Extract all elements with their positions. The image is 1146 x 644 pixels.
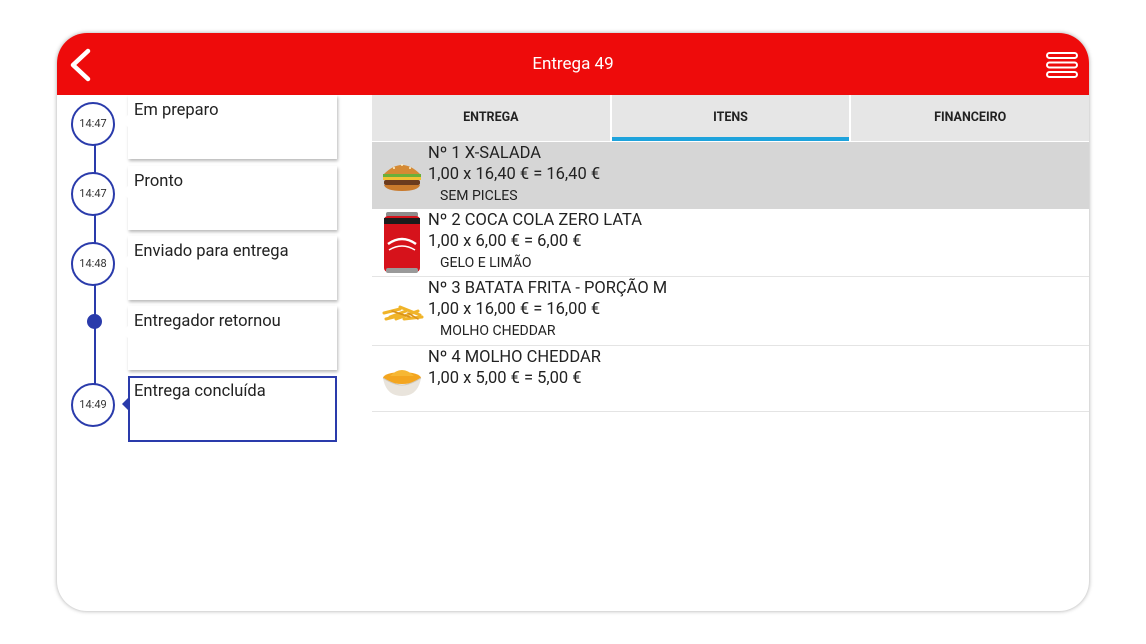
timeline-dot [87, 314, 102, 329]
list-item[interactable]: Nº 2 COCA COLA ZERO LATA 1,00 x 6,00 € =… [372, 209, 1089, 277]
timeline-time-node: 14:47 [71, 172, 115, 216]
item-name: Nº 3 BATATA FRITA - PORÇÃO M [428, 279, 668, 298]
item-name: Nº 2 COCA COLA ZERO LATA [428, 211, 643, 230]
app-header: Entrega 49 [57, 33, 1089, 95]
timeline-time-node: 14:49 [71, 383, 115, 427]
fries-icon [382, 305, 424, 321]
timeline-time-node: 14:48 [71, 242, 115, 286]
item-note: MOLHO CHEDDAR [440, 323, 556, 339]
item-name: Nº 1 X-SALADA [428, 144, 542, 163]
sauce-bowl-icon [382, 370, 422, 396]
list-item[interactable]: Nº 3 BATATA FRITA - PORÇÃO M 1,00 x 16,0… [372, 277, 1089, 346]
timeline-card-enviado: Enviado para entrega [122, 236, 337, 300]
timeline-card-label: Enviado para entrega [134, 242, 289, 261]
burger-icon [383, 164, 421, 191]
item-name: Nº 4 MOLHO CHEDDAR [428, 348, 601, 367]
item-quantity-price: 1,00 x 16,00 € = 16,00 € [428, 300, 601, 319]
timeline-card-em-preparo: Em preparo [122, 95, 337, 159]
tab-itens[interactable]: ITENS [609, 95, 850, 141]
timeline-card-label: Entrega concluída [134, 382, 266, 401]
timeline-card-concluida: Entrega concluída [122, 376, 337, 442]
item-quantity-price: 1,00 x 5,00 € = 5,00 € [428, 369, 582, 388]
timeline-card-label: Em preparo [134, 101, 219, 120]
timeline-card-pronto: Pronto [122, 166, 337, 230]
tab-bar: ENTREGA ITENS FINANCEIRO [372, 95, 1089, 141]
tab-entrega[interactable]: ENTREGA [372, 95, 610, 141]
item-quantity-price: 1,00 x 6,00 € = 6,00 € [428, 232, 582, 251]
item-note: SEM PICLES [440, 188, 518, 204]
app-window: Entrega 49 14:47 Em preparo 14:47 Pronto… [57, 33, 1089, 611]
list-item[interactable]: Nº 4 MOLHO CHEDDAR 1,00 x 5,00 € = 5,00 … [372, 346, 1089, 412]
item-note: GELO E LIMÃO [440, 255, 532, 271]
status-timeline: 14:47 Em preparo 14:47 Pronto 14:48 Envi… [57, 95, 357, 611]
items-list: Nº 1 X-SALADA 1,00 x 16,40 € = 16,40 € S… [372, 142, 1089, 412]
timeline-time-node: 14:47 [71, 102, 115, 146]
timeline-card-retornou: Entregador retornou [122, 306, 337, 370]
soda-can-icon [384, 212, 420, 273]
page-title: Entrega 49 [532, 54, 614, 74]
timeline-card-label: Entregador retornou [134, 312, 281, 331]
timeline-card-label: Pronto [134, 172, 184, 191]
hamburger-menu-icon[interactable] [1046, 52, 1078, 78]
item-quantity-price: 1,00 x 16,40 € = 16,40 € [428, 165, 601, 184]
tab-financeiro[interactable]: FINANCEIRO [849, 95, 1089, 141]
list-item[interactable]: Nº 1 X-SALADA 1,00 x 16,40 € = 16,40 € S… [372, 142, 1089, 209]
